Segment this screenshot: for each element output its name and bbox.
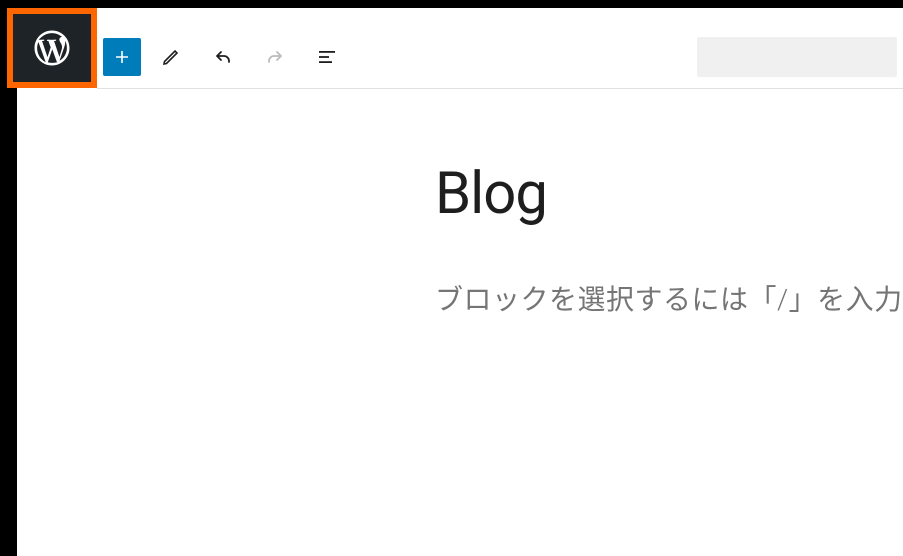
add-block-button[interactable] [103, 38, 141, 76]
toolbar-right-group [697, 37, 897, 77]
undo-button[interactable] [201, 35, 245, 79]
editor-toolbar [97, 25, 903, 89]
top-chrome-bar [0, 0, 903, 8]
outline-icon [315, 45, 339, 69]
redo-button [253, 35, 297, 79]
wordpress-icon [31, 27, 73, 69]
wordpress-logo-icon [19, 15, 85, 81]
editor-canvas[interactable]: Blog ブロックを選択するには「/」を入力 [17, 90, 903, 556]
redo-icon [263, 45, 287, 69]
tools-button[interactable] [149, 35, 193, 79]
post-title[interactable]: Blog [435, 160, 903, 228]
block-placeholder-text[interactable]: ブロックを選択するには「/」を入力 [435, 278, 903, 318]
toolbar-right-panel[interactable] [697, 37, 897, 77]
wordpress-logo-button[interactable] [7, 8, 97, 88]
pencil-icon [159, 45, 183, 69]
toolbar-left-group [103, 35, 349, 79]
plus-icon [110, 45, 134, 69]
document-outline-button[interactable] [305, 35, 349, 79]
undo-icon [211, 45, 235, 69]
